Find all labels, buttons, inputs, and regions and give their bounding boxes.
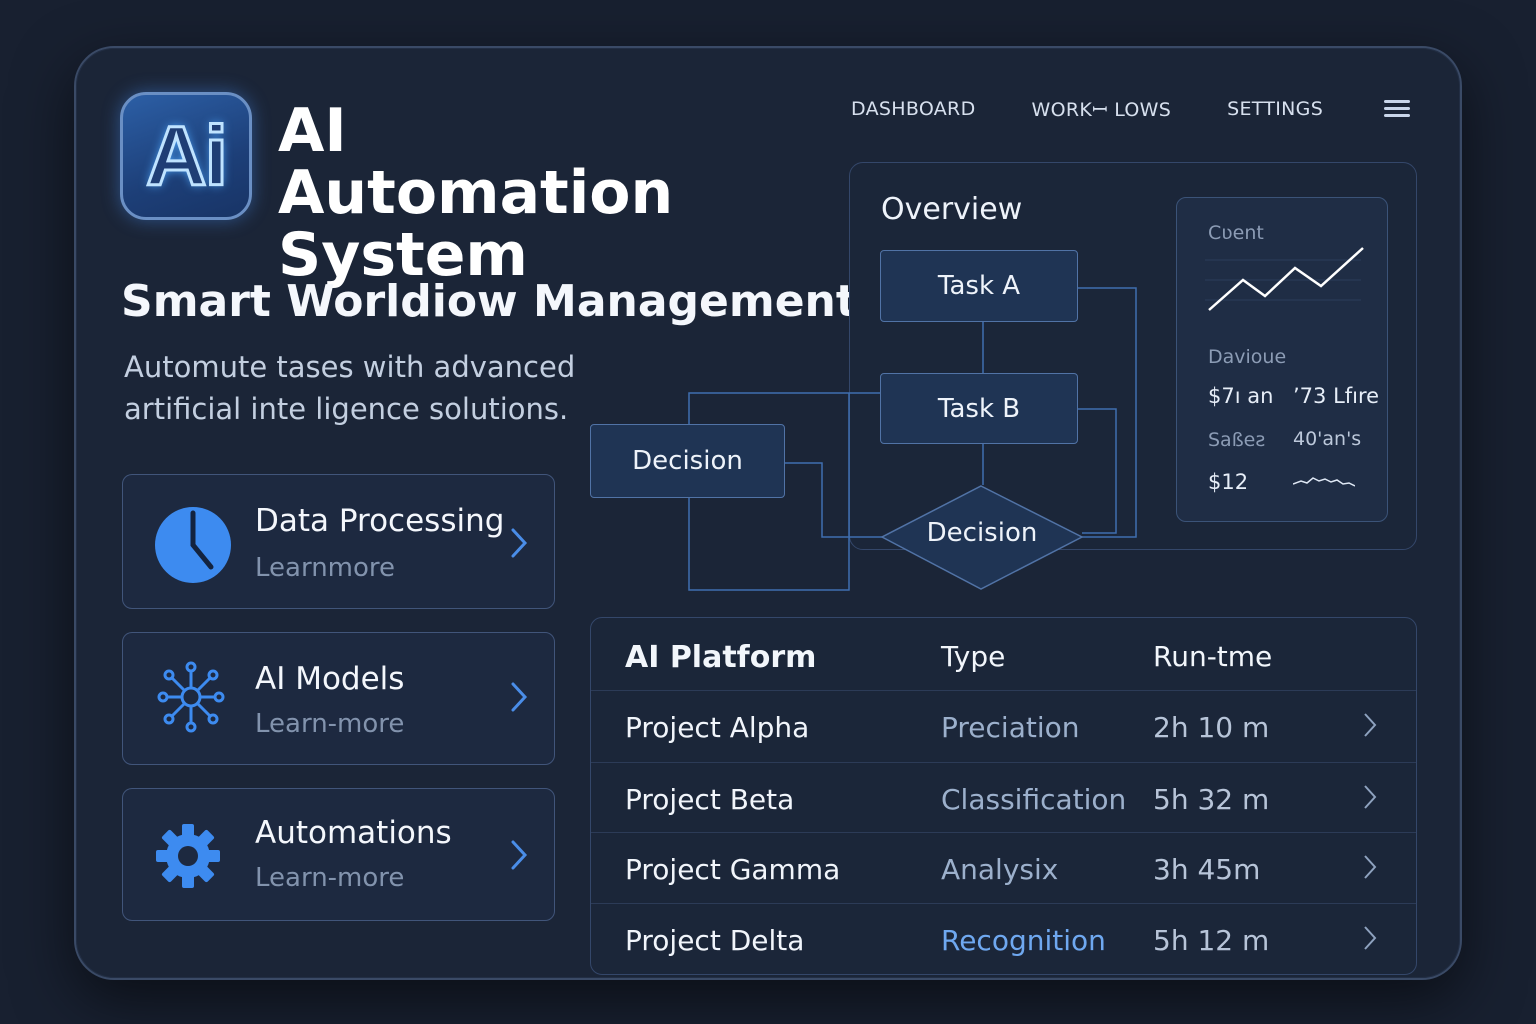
- connector-line: [1078, 408, 1117, 534]
- chevron-right-icon: [1364, 785, 1377, 809]
- table-header: Run-tme: [1153, 640, 1273, 673]
- chevron-right-icon: [1364, 926, 1377, 950]
- chevron-right-icon: [1364, 855, 1377, 879]
- project-type: Classification: [941, 783, 1127, 816]
- project-type: Preciation: [941, 711, 1080, 744]
- stat-value: $12: [1208, 470, 1249, 494]
- node-task-b[interactable]: Task B: [880, 373, 1078, 444]
- stat-value: ʼ73 Lfıre: [1293, 384, 1380, 408]
- project-runtime: 5h 12 m: [1153, 924, 1270, 957]
- project-name: Project Delta: [625, 924, 805, 957]
- stats-card: Cʋent Daviоue $7ı an ʼ73 Lfıre Saßeƨ 40'…: [1176, 197, 1388, 522]
- node-decision-left[interactable]: Decision: [590, 424, 785, 498]
- overview-title: Overview: [881, 192, 1023, 227]
- connector-line: [1078, 287, 1137, 538]
- chevron-right-icon: [1364, 713, 1377, 737]
- table-row[interactable]: Project Gamma Analysix 3h 45m: [591, 832, 1416, 902]
- project-type: Analysix: [941, 853, 1059, 886]
- projects-table: AI Platform Type Run-tme Project Alpha P…: [590, 617, 1417, 975]
- project-runtime: 2h 10 m: [1153, 711, 1270, 744]
- trend-line: [1208, 247, 1364, 311]
- stat-label: Saßeƨ: [1208, 429, 1266, 451]
- project-runtime: 5h 32 m: [1153, 783, 1270, 816]
- table-header: AI Platform: [625, 640, 817, 675]
- node-task-a[interactable]: Task A: [880, 250, 1078, 322]
- stat-value: $7ı an: [1208, 384, 1274, 408]
- node-decision-diamond[interactable]: Decision: [882, 518, 1082, 548]
- project-name: Project Alpha: [625, 711, 810, 744]
- project-name: Project Beta: [625, 783, 795, 816]
- stat-value: 40'an's: [1293, 428, 1362, 450]
- table-row[interactable]: Project Beta Classification 5h 32 m: [591, 762, 1416, 832]
- sparkline: [1293, 477, 1355, 487]
- table-row[interactable]: Project Delta Recognition 5h 12 m: [591, 903, 1416, 973]
- trend-line-chart: [1205, 247, 1364, 311]
- connector-line: [785, 462, 882, 538]
- project-name: Project Gamma: [625, 853, 841, 886]
- table-row[interactable]: Project Alpha Preciation 2h 10 m: [591, 690, 1416, 760]
- project-runtime: 3h 45m: [1153, 853, 1261, 886]
- project-type: Recognition: [941, 924, 1106, 957]
- table-header: Type: [941, 640, 1006, 673]
- stat-section-label: Daviоue: [1208, 346, 1287, 368]
